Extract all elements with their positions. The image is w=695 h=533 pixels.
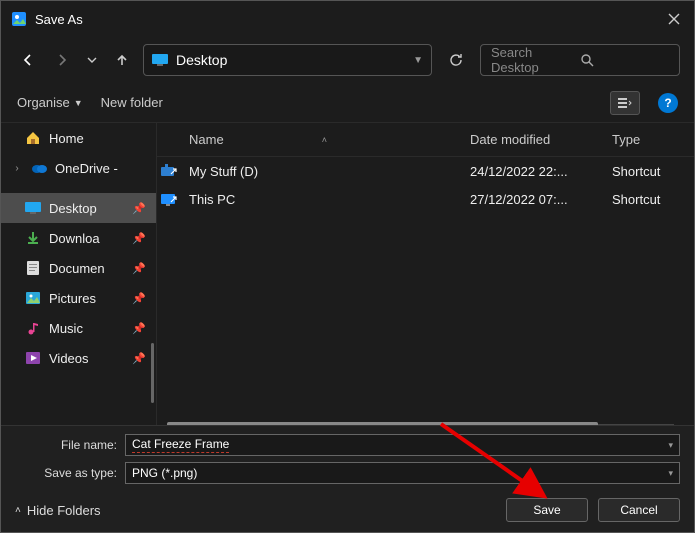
sidebar-item-pictures[interactable]: Pictures 📌 [1,283,156,313]
home-icon [25,130,41,146]
sidebar-label: Desktop [49,201,97,216]
pin-icon: 📌 [132,202,150,215]
sidebar-label: OneDrive - [55,161,118,176]
sidebar-label: Videos [49,351,89,366]
filename-value: Cat Freeze Frame [132,437,229,453]
sidebar: Home › OneDrive - Desktop 📌 Downloa 📌 Do… [1,123,157,425]
onedrive-icon [31,160,47,176]
file-type: Shortcut [604,192,694,207]
file-date: 27/12/2022 07:... [462,192,604,207]
help-button[interactable]: ? [658,93,678,113]
nav-row: Desktop ▼ Search Desktop [1,37,694,83]
refresh-button[interactable] [440,52,472,68]
bottom-panel: File name: Cat Freeze Frame ▾ Save as ty… [1,425,694,532]
cancel-button[interactable]: Cancel [598,498,680,522]
file-type: Shortcut [604,164,694,179]
chevron-down-icon[interactable]: ▾ [668,468,673,479]
sidebar-item-home[interactable]: Home [1,123,156,153]
sidebar-label: Music [49,321,83,336]
file-name: My Stuff (D) [181,164,462,179]
search-placeholder: Search Desktop [491,45,580,75]
close-button[interactable] [654,1,694,37]
sidebar-label: Home [49,131,84,146]
file-date: 24/12/2022 22:... [462,164,604,179]
sidebar-item-videos[interactable]: Videos 📌 [1,343,156,373]
chevron-down-icon[interactable]: ▼ [413,55,423,66]
sort-indicator-icon: ˄ [322,135,327,145]
chevron-up-icon: ˄ [15,505,21,516]
document-icon [25,260,41,276]
chevron-down-icon[interactable]: ▾ [668,440,673,451]
recent-locations-button[interactable] [83,46,101,74]
pictures-icon [25,290,41,306]
search-icon [580,53,669,67]
file-pane: Name ˄ Date modified Type My Stuff (D) 2… [157,123,694,425]
column-headers: Name ˄ Date modified Type [157,123,694,157]
organise-menu[interactable]: Organise ▼ [17,95,83,110]
chevron-down-icon: ▼ [74,98,83,108]
filename-input[interactable]: Cat Freeze Frame ▾ [125,434,680,456]
organise-label: Organise [17,95,70,110]
pin-icon: 📌 [132,262,150,275]
filetype-value: PNG (*.png) [132,466,197,480]
music-icon [25,320,41,336]
view-options-button[interactable] [610,91,640,115]
sidebar-item-onedrive[interactable]: › OneDrive - [1,153,156,183]
file-name: This PC [181,192,462,207]
search-input[interactable]: Search Desktop [480,44,680,76]
filename-label: File name: [15,438,125,452]
filetype-select[interactable]: PNG (*.png) ▾ [125,462,680,484]
back-button[interactable] [15,46,41,74]
save-button[interactable]: Save [506,498,588,522]
up-button[interactable] [109,46,135,74]
sidebar-scrollbar[interactable] [151,343,154,403]
pin-icon: 📌 [132,322,150,335]
save-as-dialog: Save As Desktop ▼ Search Desktop Organis… [0,0,695,533]
hide-folders-label: Hide Folders [27,503,101,518]
sidebar-item-music[interactable]: Music 📌 [1,313,156,343]
toolbar: Organise ▼ New folder ? [1,83,694,123]
app-icon [11,11,27,27]
column-name[interactable]: Name ˄ [181,132,462,147]
window-title: Save As [35,12,83,27]
new-folder-button[interactable]: New folder [101,95,163,110]
sidebar-item-downloads[interactable]: Downloa 📌 [1,223,156,253]
shortcut-icon [157,164,181,178]
address-bar[interactable]: Desktop ▼ [143,44,432,76]
body: Home › OneDrive - Desktop 📌 Downloa 📌 Do… [1,123,694,425]
file-row[interactable]: This PC 27/12/2022 07:... Shortcut [157,185,694,213]
pin-icon: 📌 [132,232,150,245]
filetype-label: Save as type: [15,466,125,480]
sidebar-label: Documen [49,261,105,276]
download-icon [25,230,41,246]
sidebar-label: Pictures [49,291,96,306]
sidebar-label: Downloa [49,231,100,246]
horizontal-scrollbar[interactable] [167,419,674,425]
pin-icon: 📌 [132,292,150,305]
videos-icon [25,350,41,366]
forward-button[interactable] [49,46,75,74]
sidebar-item-documents[interactable]: Documen 📌 [1,253,156,283]
hide-folders-button[interactable]: ˄ Hide Folders [15,503,101,518]
desktop-icon [25,200,41,216]
address-segment[interactable]: Desktop [176,52,405,68]
desktop-icon [152,54,168,66]
sidebar-item-desktop[interactable]: Desktop 📌 [1,193,156,223]
titlebar: Save As [1,1,694,37]
shortcut-icon [157,192,181,206]
expand-icon[interactable]: › [11,163,23,174]
column-type[interactable]: Type [604,132,694,147]
file-row[interactable]: My Stuff (D) 24/12/2022 22:... Shortcut [157,157,694,185]
pin-icon: 📌 [132,352,150,365]
column-date[interactable]: Date modified [462,132,604,147]
